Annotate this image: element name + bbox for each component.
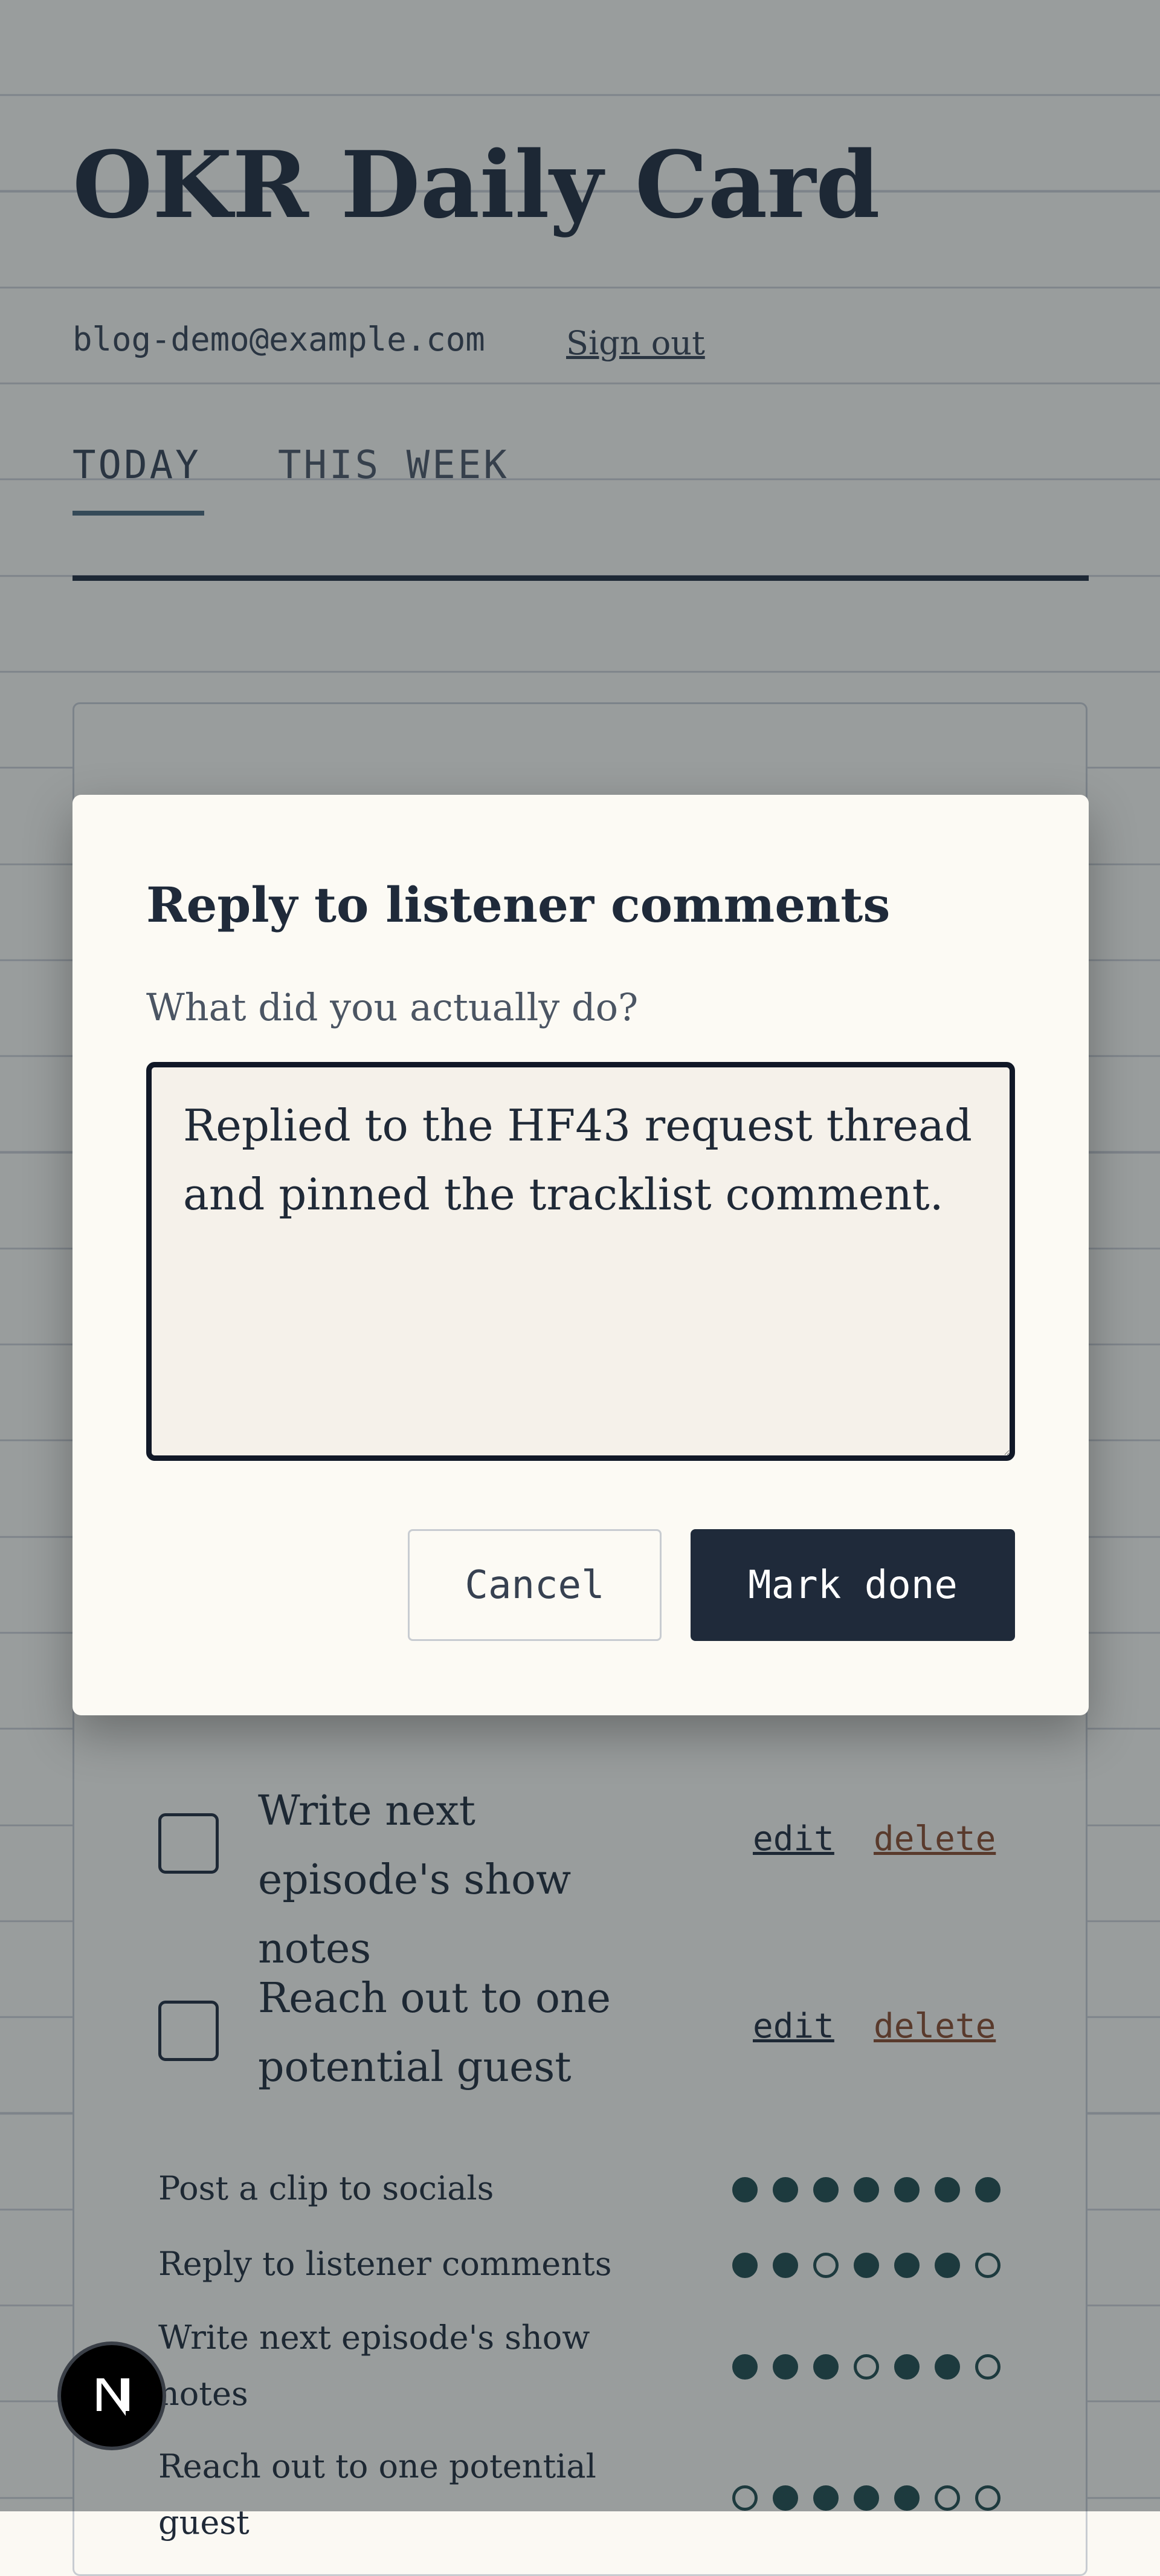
mark-done-button[interactable]: Mark done [691, 1529, 1015, 1641]
dialog-prompt: What did you actually do? [146, 985, 639, 1029]
what-did-you-do-textarea[interactable]: Replied to the HF43 request thread and p… [146, 1062, 1015, 1461]
completion-dialog: Reply to listener comments What did you … [72, 795, 1089, 1715]
cancel-button[interactable]: Cancel [408, 1529, 662, 1641]
next-dev-badge[interactable] [57, 2341, 166, 2450]
dialog-title: Reply to listener comments [146, 876, 891, 933]
nextjs-logo-icon [97, 2378, 129, 2416]
